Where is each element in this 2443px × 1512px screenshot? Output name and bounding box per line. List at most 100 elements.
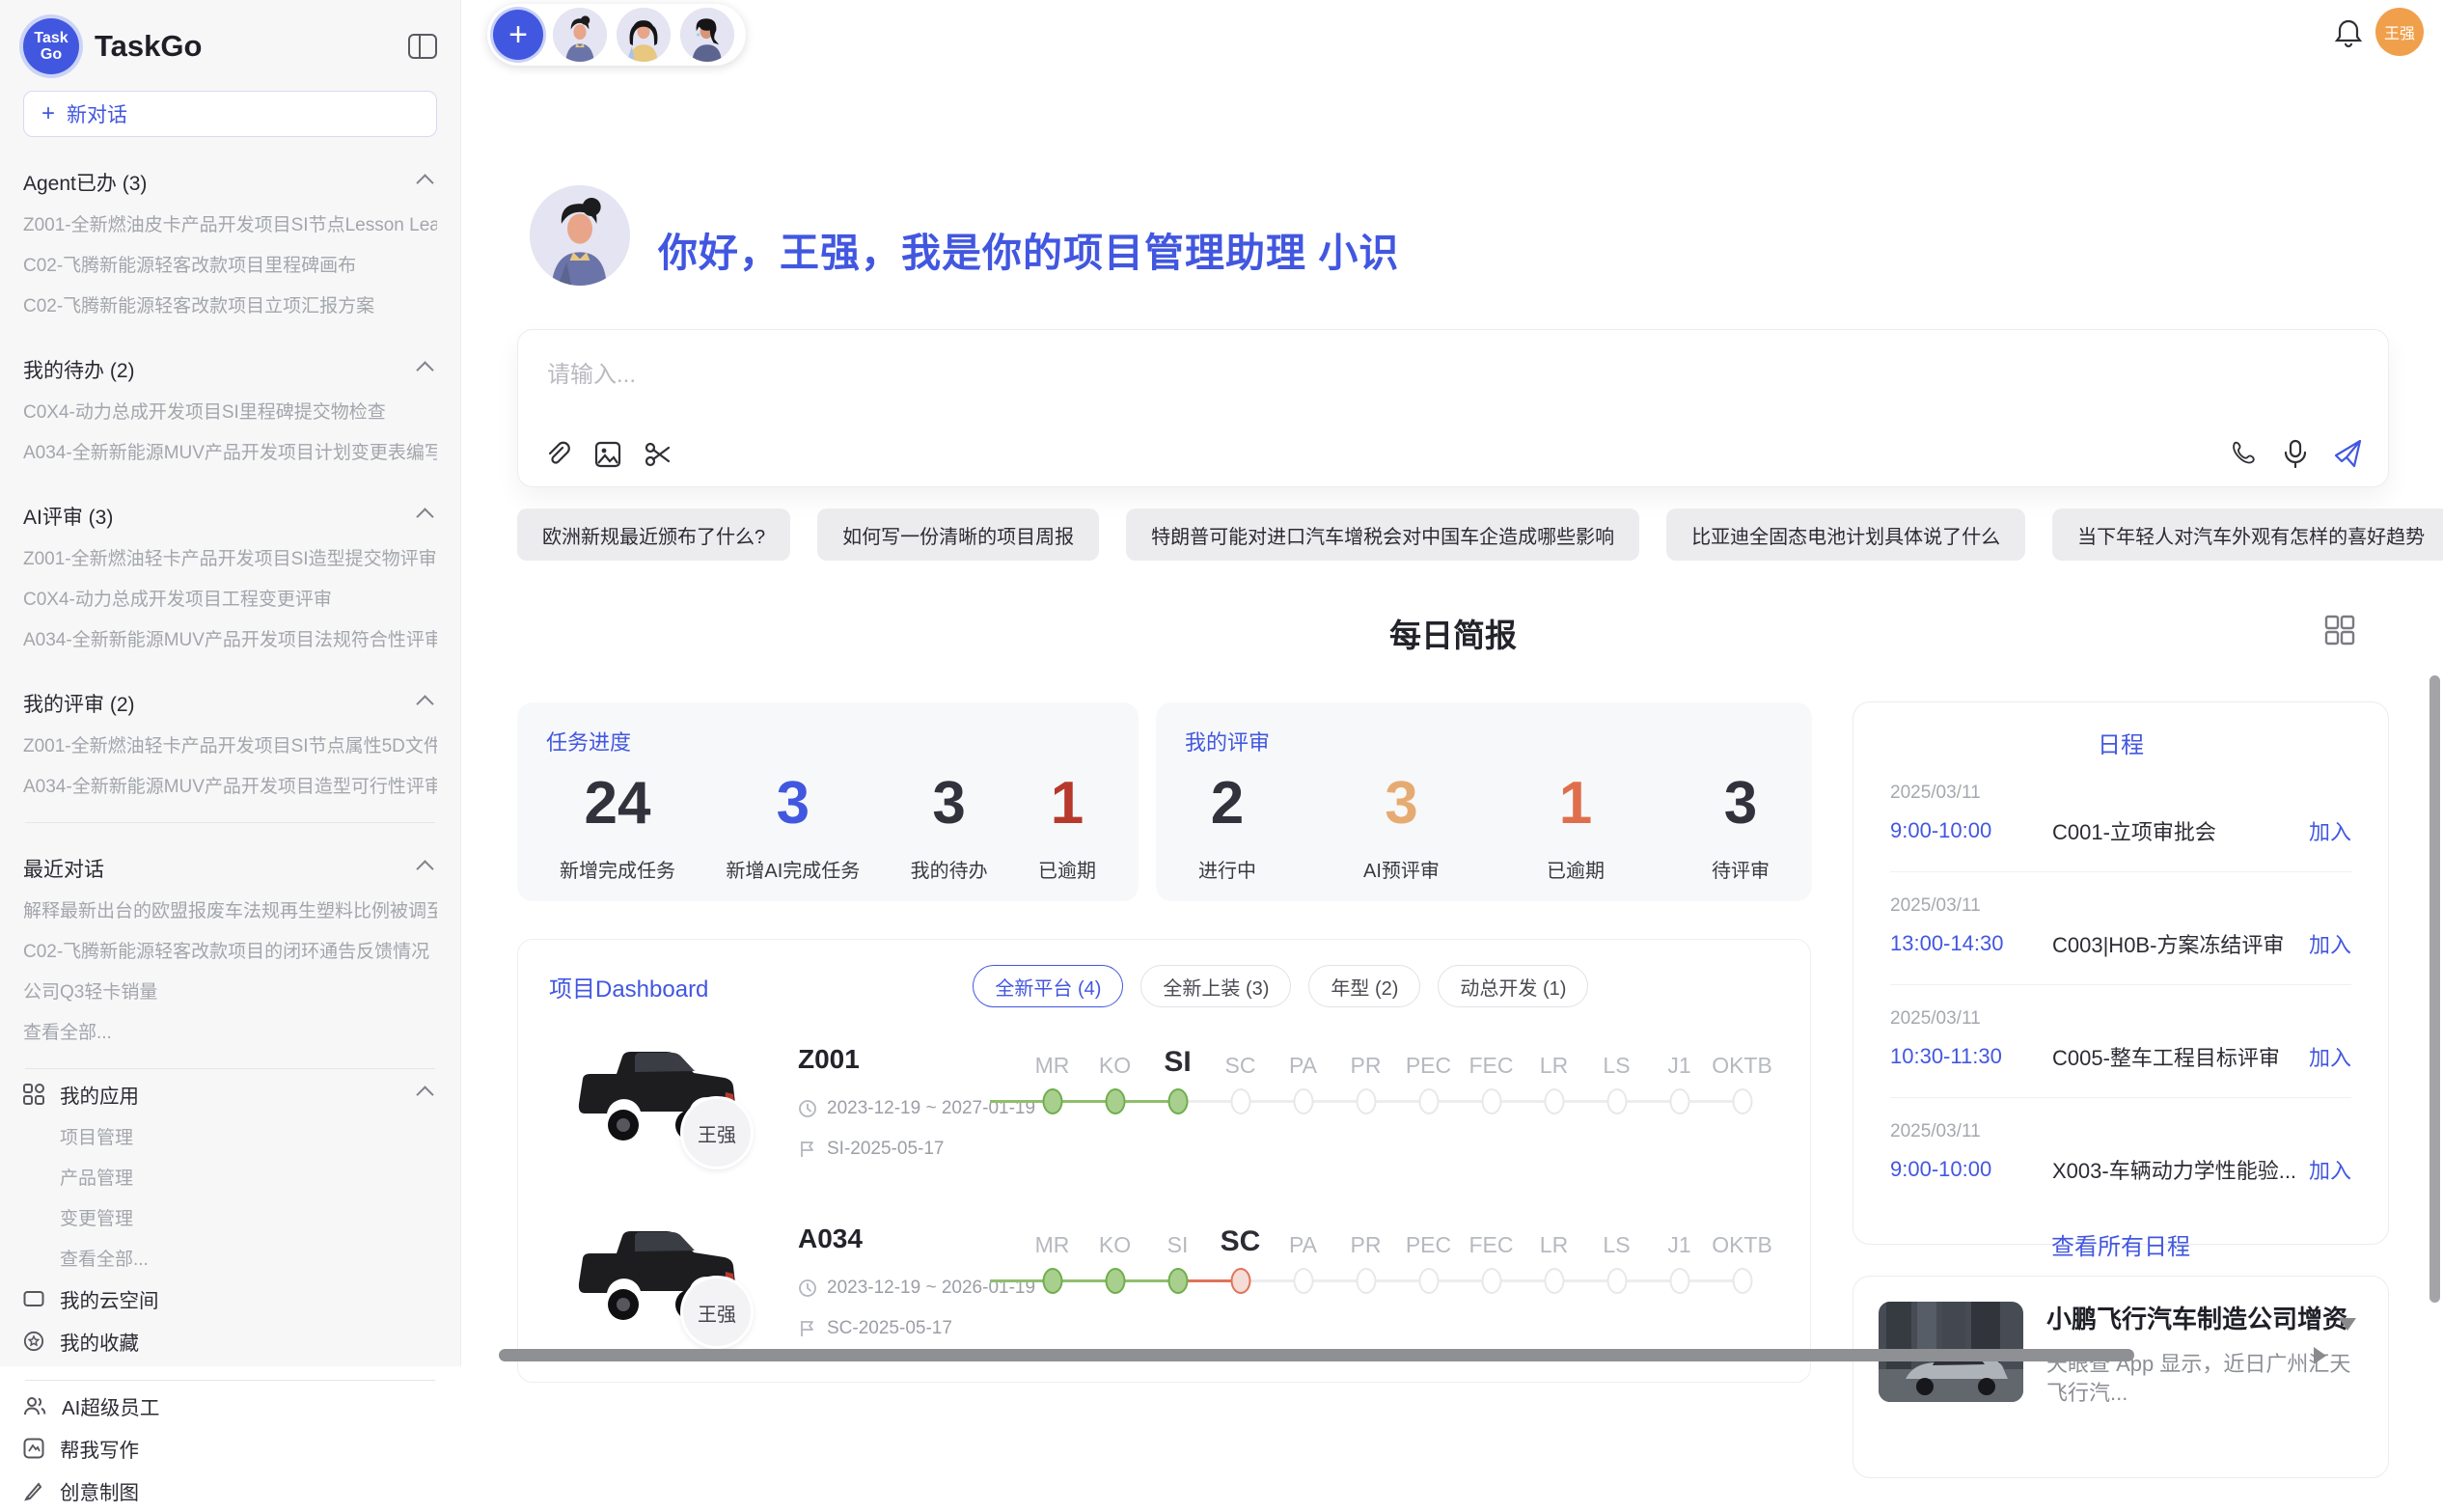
phone-call-icon[interactable] (2230, 439, 2259, 468)
milestone[interactable]: SI (1146, 1040, 1209, 1119)
sidebar-item[interactable]: Z001-全新燃油皮卡产品开发项目SI节点Lesson Learn报告 (23, 203, 437, 243)
milestone[interactable]: SC (1209, 1040, 1272, 1119)
stat-item[interactable]: 3 待评审 (1712, 774, 1770, 883)
suggestion-chip[interactable]: 当下年轻人对汽车外观有怎样的喜好趋势 (2052, 509, 2443, 561)
milestone[interactable]: PR (1334, 1220, 1397, 1299)
sidebar-item[interactable]: Z001-全新燃油轻卡产品开发项目SI造型提交物评审 (23, 536, 437, 577)
add-member-button[interactable]: + (493, 10, 543, 60)
milestone[interactable]: PA (1272, 1220, 1334, 1299)
milestone[interactable]: PA (1272, 1040, 1334, 1119)
horizontal-scrollbar-thumb[interactable] (499, 1349, 2134, 1361)
sidebar-item[interactable]: C02-飞腾新能源轻客改款项目立项汇报方案 (23, 284, 437, 324)
sidebar-section-header[interactable]: AI评审 (3) (23, 496, 437, 536)
scroll-down-arrow[interactable] (2339, 1318, 2356, 1331)
sidebar-item[interactable]: C0X4-动力总成开发项目工程变更评审 (23, 577, 437, 618)
join-meeting-link[interactable]: 加入 (2309, 815, 2351, 846)
milestone[interactable]: SC (1209, 1220, 1272, 1299)
sidebar-item-my-apps[interactable]: 我的应用 (23, 1073, 437, 1115)
sidebar-item-creative-drawing[interactable]: 创意制图 (23, 1470, 437, 1512)
scroll-right-arrow[interactable] (2314, 1347, 2326, 1364)
milestone[interactable]: FEC (1460, 1220, 1523, 1299)
sidebar-section-header[interactable]: 我的评审 (2) (23, 683, 437, 724)
stat-item[interactable]: 1 已逾期 (1038, 774, 1096, 883)
sidebar-item[interactable]: Z001-全新燃油轻卡产品开发项目SI节点属性5D文件评审 (23, 724, 437, 764)
filter-chip[interactable]: 全新上装 (3) (1140, 965, 1291, 1007)
attachment-icon[interactable] (543, 440, 572, 469)
app-logo[interactable]: Task Go (23, 18, 79, 74)
layout-grid-icon[interactable] (2323, 614, 2356, 646)
recent-conversation-item[interactable]: 解释最新出台的欧盟报废车法规再生塑料比例被调至15%... (23, 889, 437, 929)
member-avatar-1[interactable] (553, 8, 607, 62)
member-avatar-2[interactable] (617, 8, 671, 62)
filter-chip[interactable]: 全新平台 (4) (973, 965, 1123, 1007)
sidebar-item[interactable]: A034-全新新能源MUV产品开发项目造型可行性评审 (23, 764, 437, 805)
recent-section-header[interactable]: 最近对话 (23, 848, 437, 889)
milestone[interactable]: PR (1334, 1040, 1397, 1119)
recent-conversation-item[interactable]: C02-飞腾新能源轻客改款项目的闭环通告反馈情况 (23, 929, 437, 970)
member-avatar-3[interactable] (680, 8, 734, 62)
chat-input-card[interactable]: 请输入... (517, 329, 2389, 487)
chat-input-placeholder[interactable]: 请输入... (547, 355, 636, 389)
suggestion-chip[interactable]: 如何写一份清晰的项目周报 (817, 509, 1099, 561)
news-card[interactable]: 小鹏飞行汽车制造公司增资 天眼查 App 显示，近日广州汇天飞行汽... (1853, 1276, 2389, 1478)
scissors-icon[interactable] (644, 440, 673, 469)
sidebar-section-header[interactable]: Agent已办 (3) (23, 162, 437, 203)
app-subitem[interactable]: 产品管理 (60, 1156, 437, 1196)
milestone[interactable]: PEC (1397, 1040, 1460, 1119)
sidebar-item-favorites[interactable]: 我的收藏 (23, 1320, 437, 1362)
filter-chip[interactable]: 年型 (2) (1308, 965, 1420, 1007)
project-row[interactable]: 王强 Z001 2023-12-19 ~ 2027-01-19 SI-2025-… (518, 1034, 1810, 1187)
milestone[interactable]: FEC (1460, 1040, 1523, 1119)
sidebar-item[interactable]: A034-全新新能源MUV产品开发项目计划变更表编写 (23, 430, 437, 471)
suggestion-chip[interactable]: 特朗普可能对进口汽车增税会对中国车企造成哪些影响 (1126, 509, 1639, 561)
stat-item[interactable]: 3 新增AI完成任务 (726, 774, 860, 883)
sidebar-item-cloud-space[interactable]: 我的云空间 (23, 1278, 437, 1320)
milestone[interactable]: SI (1146, 1220, 1209, 1299)
milestone[interactable]: LR (1523, 1040, 1585, 1119)
stat-item[interactable]: 3 AI预评审 (1363, 774, 1440, 883)
milestone[interactable]: MR (1021, 1220, 1084, 1299)
recent-conversation-item[interactable]: 查看全部... (23, 1010, 437, 1051)
sidebar-item-ai-super-staff[interactable]: AI超级员工 (23, 1385, 437, 1427)
milestone[interactable]: LS (1585, 1040, 1648, 1119)
send-icon[interactable] (2332, 438, 2363, 469)
milestone[interactable]: KO (1084, 1040, 1146, 1119)
filter-chip[interactable]: 动总开发 (1) (1438, 965, 1588, 1007)
sidebar-item[interactable]: C02-飞腾新能源轻客改款项目里程碑画布 (23, 243, 437, 284)
microphone-icon[interactable] (2282, 439, 2309, 468)
app-subitem[interactable]: 查看全部... (60, 1237, 437, 1278)
suggestion-chip[interactable]: 欧洲新规最近颁布了什么? (517, 509, 790, 561)
view-all-schedule-link[interactable]: 查看所有日程 (1853, 1227, 2388, 1261)
image-icon[interactable] (593, 440, 622, 469)
stat-item[interactable]: 3 我的待办 (911, 774, 988, 883)
milestone[interactable]: J1 (1648, 1040, 1711, 1119)
stat-item[interactable]: 2 进行中 (1198, 774, 1256, 883)
app-subitem[interactable]: 项目管理 (60, 1115, 437, 1156)
milestone[interactable]: PEC (1397, 1220, 1460, 1299)
suggestion-chip[interactable]: 比亚迪全固态电池计划具体说了什么 (1666, 509, 2025, 561)
sidebar-item[interactable]: C0X4-动力总成开发项目SI里程碑提交物检查 (23, 390, 437, 430)
stat-item[interactable]: 24 新增完成任务 (560, 774, 675, 883)
app-subitem[interactable]: 变更管理 (60, 1196, 437, 1237)
milestone[interactable]: LR (1523, 1220, 1585, 1299)
sidebar-item[interactable]: A034-全新新能源MUV产品开发项目法规符合性评审 (23, 618, 437, 658)
join-meeting-link[interactable]: 加入 (2309, 1041, 2351, 1072)
sidebar-item-help-me-write[interactable]: 帮我写作 (23, 1427, 437, 1470)
join-meeting-link[interactable]: 加入 (2309, 1154, 2351, 1185)
stat-item[interactable]: 1 已逾期 (1547, 774, 1605, 883)
join-meeting-link[interactable]: 加入 (2309, 928, 2351, 959)
milestone[interactable]: OKTB (1711, 1040, 1773, 1119)
recent-conversation-item[interactable]: 公司Q3轻卡销量 (23, 970, 437, 1010)
milestone[interactable]: KO (1084, 1220, 1146, 1299)
milestone[interactable]: LS (1585, 1220, 1648, 1299)
sidebar-collapse-icon[interactable] (408, 34, 437, 59)
user-avatar[interactable]: 王强 (2375, 8, 2424, 56)
new-chat-button[interactable]: + 新对话 (23, 91, 437, 137)
vertical-scrollbar-thumb[interactable] (2429, 675, 2440, 1303)
milestone[interactable]: OKTB (1711, 1220, 1773, 1299)
project-row[interactable]: 王强 A034 2023-12-19 ~ 2026-01-19 SC-2025-… (518, 1214, 1810, 1366)
notifications-bell-icon[interactable] (2333, 17, 2364, 48)
milestone[interactable]: J1 (1648, 1220, 1711, 1299)
sidebar-section-header[interactable]: 我的待办 (2) (23, 349, 437, 390)
milestone[interactable]: MR (1021, 1040, 1084, 1119)
